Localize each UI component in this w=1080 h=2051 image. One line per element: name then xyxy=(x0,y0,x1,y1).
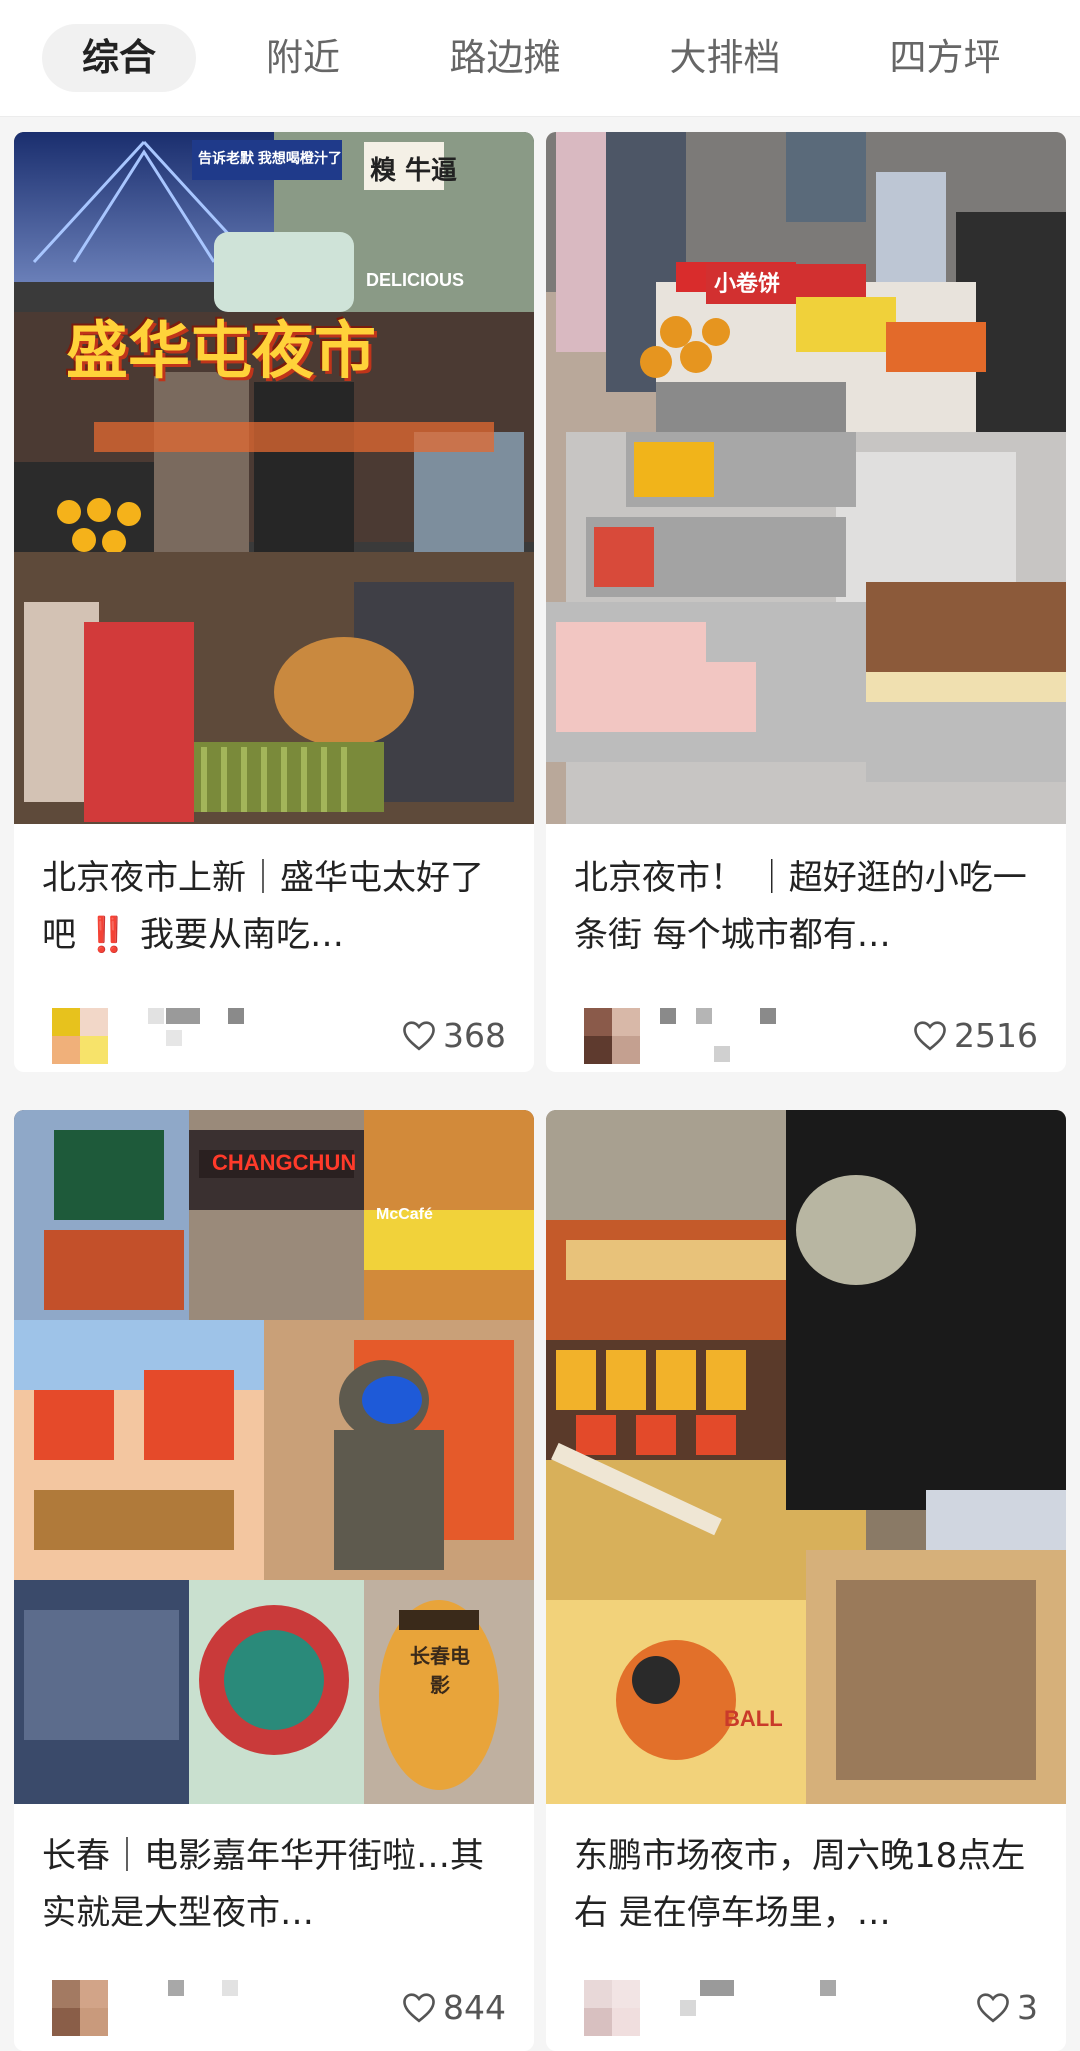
heart-outline-icon[interactable] xyxy=(912,1019,948,1051)
heart-outline-icon[interactable] xyxy=(975,1991,1011,2023)
note-card[interactable]: 盛华屯夜市 DELICIOUS 告诉老默 我想喝橙汁了 糗 牛逼 北京夜市上新｜… xyxy=(14,132,534,1072)
author-name-redacted xyxy=(660,1008,676,1024)
author-name-redacted xyxy=(168,1980,184,1996)
cover-badge: DELICIOUS xyxy=(366,270,465,290)
like-count-value: 368 xyxy=(443,1016,506,1055)
note-card[interactable]: 小卷饼 北京夜市！ ｜超好逛的小吃一条街 每个城市都有… 2516 xyxy=(546,132,1066,1072)
cover-sign: CHANGCHUN xyxy=(212,1150,357,1175)
author-name-redacted xyxy=(222,1980,238,1996)
author-name-redacted xyxy=(696,1008,712,1024)
like-count-value: 2516 xyxy=(954,1016,1038,1055)
note-cover-image[interactable]: BALL xyxy=(546,1110,1066,1804)
author-name-redacted xyxy=(760,1008,776,1024)
author-name-redacted xyxy=(714,1046,730,1062)
author-info[interactable] xyxy=(584,1008,784,1064)
cover-vertical-sign: 糗 牛逼 xyxy=(370,156,458,186)
note-card[interactable]: BALL 东鹏市场夜市，周六晚18点左右 是在停车场里，… 3 xyxy=(546,1110,1066,2051)
note-card[interactable]: CHANGCHUN McCafé 长春电影 长春｜电影嘉年华开街啦…其实就是大型… xyxy=(14,1110,534,2051)
note-title[interactable]: 北京夜市！ ｜超好逛的小吃一条街 每个城市都有… xyxy=(574,850,1044,964)
cover-lantern-text: 长春电影 xyxy=(410,1646,470,1697)
avatar[interactable] xyxy=(52,1980,108,2036)
avatar[interactable] xyxy=(584,1008,640,1064)
tab-nearby[interactable]: 附近 xyxy=(236,24,370,92)
like-count-value: 3 xyxy=(1017,1988,1038,2027)
author-name-redacted xyxy=(148,1008,164,1024)
like-count[interactable]: 3 xyxy=(975,1980,1038,2036)
tab-street-stall[interactable]: 路边摊 xyxy=(420,24,590,92)
author-info[interactable] xyxy=(584,1980,836,2036)
note-cover-image[interactable]: 盛华屯夜市 DELICIOUS 告诉老默 我想喝橙汁了 糗 牛逼 xyxy=(14,132,534,824)
heart-outline-icon[interactable] xyxy=(401,1019,437,1051)
like-count-value: 844 xyxy=(443,1988,506,2027)
author-info[interactable] xyxy=(52,1980,252,2036)
cover-sign: 小卷饼 xyxy=(714,271,781,296)
tab-comprehensive[interactable]: 综合 xyxy=(42,24,196,92)
author-info[interactable] xyxy=(52,1008,252,1064)
author-name-redacted xyxy=(228,1008,244,1024)
note-cover-image[interactable]: CHANGCHUN McCafé 长春电影 xyxy=(14,1110,534,1804)
tab-sifangping[interactable]: 四方坪 xyxy=(860,24,1030,92)
note-title[interactable]: 北京夜市上新｜盛华屯太好了吧 ‼️ 我要从南吃… xyxy=(42,850,512,964)
author-name-redacted xyxy=(700,1980,734,1996)
avatar[interactable] xyxy=(584,1980,640,2036)
cover-cafe-sign: McCafé xyxy=(376,1206,433,1223)
author-name-redacted xyxy=(680,2000,696,2016)
note-title[interactable]: 长春｜电影嘉年华开街啦…其实就是大型夜市… xyxy=(42,1828,512,1942)
note-cover-image[interactable]: 小卷饼 xyxy=(546,132,1066,824)
cover-poster-text: BALL xyxy=(724,1706,783,1731)
avatar[interactable] xyxy=(52,1008,108,1064)
author-name-redacted xyxy=(166,1030,182,1046)
heart-outline-icon[interactable] xyxy=(401,1991,437,2023)
category-tab-bar: 综合 附近 路边摊 大排档 四方坪 xyxy=(0,0,1080,117)
like-count[interactable]: 368 xyxy=(401,1008,506,1064)
cover-sign: 告诉老默 我想喝橙汁了 xyxy=(198,150,342,166)
author-name-redacted xyxy=(820,1980,836,1996)
note-title[interactable]: 东鹏市场夜市，周六晚18点左右 是在停车场里，… xyxy=(574,1828,1044,1942)
author-name-redacted xyxy=(166,1008,200,1024)
cover-headline: 盛华屯夜市 xyxy=(66,314,377,387)
like-count[interactable]: 2516 xyxy=(912,1008,1038,1064)
tab-food-stall[interactable]: 大排档 xyxy=(640,24,810,92)
like-count[interactable]: 844 xyxy=(401,1980,506,2036)
